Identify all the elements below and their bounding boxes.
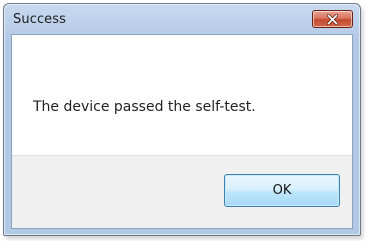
window-title: Success bbox=[13, 12, 67, 27]
title-bar[interactable]: Success bbox=[4, 4, 360, 34]
dialog-content: The device passed the self-test. OK bbox=[11, 34, 353, 229]
button-bar: OK bbox=[12, 155, 352, 228]
close-icon bbox=[327, 13, 338, 25]
success-dialog: Success The device passed the self-test.… bbox=[3, 3, 361, 236]
ok-button[interactable]: OK bbox=[224, 174, 340, 207]
close-button[interactable] bbox=[312, 10, 353, 28]
message-text: The device passed the self-test. bbox=[33, 99, 256, 115]
